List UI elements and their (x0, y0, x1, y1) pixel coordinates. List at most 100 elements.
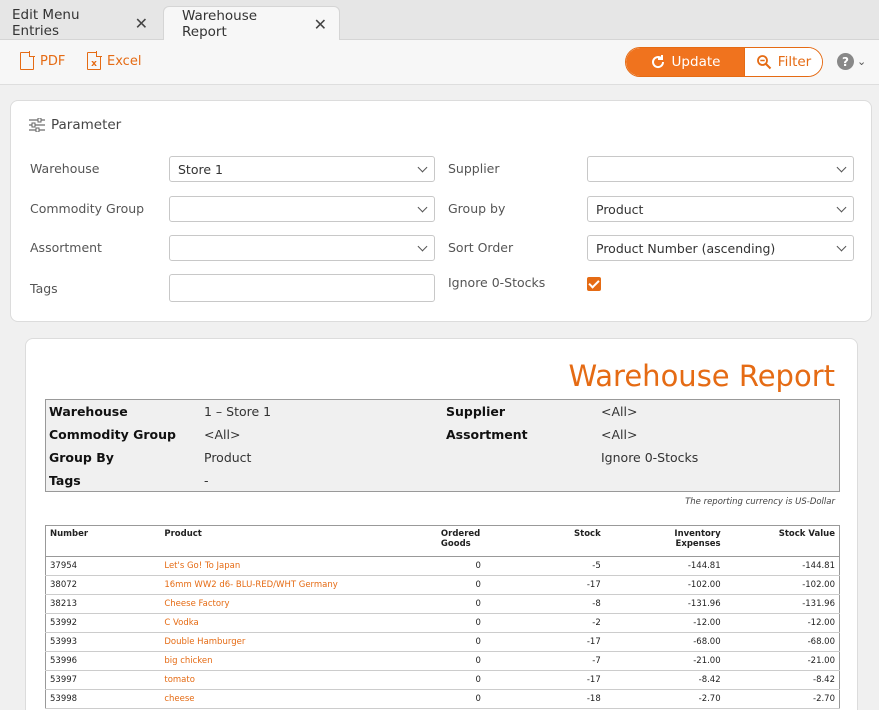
tab-label: Edit Menu Entries (12, 7, 80, 39)
cell-product-link[interactable]: big chicken (160, 651, 391, 671)
col-ordered-goods-label: Ordered Goods (440, 529, 481, 549)
commodity-group-select[interactable] (169, 196, 435, 222)
cell-ordered-goods: 0 (390, 575, 485, 595)
pdf-button[interactable]: PDF (20, 51, 65, 70)
cell-product-link[interactable]: cheese (160, 689, 391, 709)
cell-inventory-expenses: -68.00 (604, 632, 725, 652)
chevron-down-icon (836, 162, 847, 173)
ignore-zero-stocks-checkbox[interactable] (587, 277, 601, 291)
excel-button[interactable]: x Excel (87, 51, 142, 70)
assortment-label: Assortment (30, 240, 102, 255)
cell-number: 53997 (45, 670, 161, 690)
parameter-header[interactable]: Parameter (29, 117, 121, 133)
cell-number: 38072 (45, 575, 161, 595)
table-row: 53997 tomato 0 -17 -8.42 -8.42 (45, 670, 840, 690)
close-icon[interactable]: ✕ (135, 14, 148, 33)
filter-label: Filter (777, 54, 812, 70)
supplier-select[interactable] (587, 156, 854, 182)
commodity-group-label: Commodity Group (30, 201, 145, 216)
cell-product-link[interactable]: Double Hamburger (160, 632, 391, 652)
cell-stock-value: -102.00 (724, 575, 840, 595)
col-inventory-expenses: Inventory Expenses (604, 525, 725, 557)
cell-inventory-expenses: -102.00 (604, 575, 725, 595)
cell-stock: -5 (484, 556, 605, 576)
col-inventory-expenses-label: Inventory Expenses (674, 529, 721, 549)
cell-product-link[interactable]: C Vodka (160, 613, 391, 633)
table-row: 53996 big chicken 0 -7 -21.00 -21.00 (45, 651, 840, 671)
cell-number: 53998 (45, 689, 161, 709)
chevron-down-icon (836, 202, 847, 213)
cell-number: 53996 (45, 651, 161, 671)
summary-supplier-label: Supplier (446, 404, 506, 419)
summary-commodity-label: Commodity Group (49, 427, 176, 442)
refresh-icon (651, 55, 664, 69)
table-row: 53998 cheese 0 -18 -2.70 -2.70 (45, 689, 840, 709)
summary-supplier-value: <All> (601, 404, 638, 419)
report-preview: Warehouse Report Warehouse 1 – Store 1 S… (25, 338, 858, 710)
cell-number: 53992 (45, 613, 161, 633)
warehouse-select[interactable]: Store 1 (169, 156, 435, 182)
cell-product-link[interactable]: Let's Go! To Japan (160, 556, 391, 576)
cell-stock-value: -144.81 (724, 556, 840, 576)
ignore-zero-stocks-label: Ignore 0-Stocks (448, 275, 546, 290)
group-by-value: Product (596, 201, 644, 217)
tab-edit-menu-entries[interactable]: Edit Menu Entries ✕ (0, 6, 160, 40)
cell-stock: -17 (484, 575, 605, 595)
group-by-label: Group by (448, 201, 506, 216)
cell-stock-value: -2.70 (724, 689, 840, 709)
close-icon[interactable]: ✕ (314, 15, 327, 34)
cell-inventory-expenses: -21.00 (604, 651, 725, 671)
cell-stock: -17 (484, 632, 605, 652)
summary-assortment-label: Assortment (446, 427, 528, 442)
chevron-down-icon (417, 162, 428, 173)
col-stock-value: Stock Value (724, 525, 840, 557)
table-row: 38213 Cheese Factory 0 -8 -131.96 -131.96 (45, 594, 840, 614)
cell-stock-value: -68.00 (724, 632, 840, 652)
col-ordered-goods: Ordered Goods (390, 525, 485, 557)
cell-stock: -17 (484, 670, 605, 690)
summary-tags-label: Tags (49, 473, 81, 488)
filter-button[interactable]: Filter (744, 48, 822, 76)
toolbar: PDF x Excel Update Filter ? ⌄ (0, 40, 879, 85)
sliders-icon (29, 118, 45, 132)
tab-warehouse-report[interactable]: Warehouse Report ✕ (163, 6, 340, 41)
update-button[interactable]: Update (626, 48, 744, 76)
help-menu[interactable]: ? ⌄ (837, 53, 866, 70)
excel-label: Excel (107, 53, 142, 69)
chevron-down-icon (836, 241, 847, 252)
cell-inventory-expenses: -8.42 (604, 670, 725, 690)
currency-note: The reporting currency is US-Dollar (685, 497, 835, 507)
summary-groupby-label: Group By (49, 450, 114, 465)
cell-stock: -2 (484, 613, 605, 633)
summary-warehouse-label: Warehouse (49, 404, 128, 419)
col-stock: Stock (484, 525, 605, 557)
cell-product-link[interactable]: Cheese Factory (160, 594, 391, 614)
sort-order-label: Sort Order (448, 240, 514, 255)
cell-ordered-goods: 0 (390, 594, 485, 614)
sort-order-select[interactable]: Product Number (ascending) (587, 235, 854, 261)
tags-input[interactable] (169, 274, 435, 302)
cell-ordered-goods: 0 (390, 632, 485, 652)
chevron-down-icon: ⌄ (857, 55, 867, 68)
assortment-select[interactable] (169, 235, 435, 261)
cell-ordered-goods: 0 (390, 689, 485, 709)
summary-commodity-value: <All> (204, 427, 241, 442)
update-label: Update (671, 54, 721, 70)
report-summary: Warehouse 1 – Store 1 Supplier <All> Com… (45, 399, 840, 492)
summary-ignore-zero: Ignore 0-Stocks (601, 450, 699, 465)
tab-bar: Edit Menu Entries ✕ Warehouse Report ✕ (0, 0, 879, 41)
report-title: Warehouse Report (568, 359, 835, 393)
summary-tags-value: - (204, 473, 209, 488)
sort-order-value: Product Number (ascending) (596, 240, 776, 256)
cell-product-link[interactable]: tomato (160, 670, 391, 690)
cell-product-link[interactable]: 16mm WW2 d6- BLU-RED/WHT Germany (160, 575, 391, 595)
excel-file-icon: x (87, 51, 102, 70)
warehouse-value: Store 1 (178, 161, 223, 177)
group-by-select[interactable]: Product (587, 196, 854, 222)
table-header-row: Number Product Ordered Goods Stock Inven… (45, 525, 840, 557)
cell-inventory-expenses: -12.00 (604, 613, 725, 633)
report-table: Number Product Ordered Goods Stock Inven… (45, 525, 840, 709)
cell-stock-value: -21.00 (724, 651, 840, 671)
cell-number: 37954 (45, 556, 161, 576)
cell-stock: -7 (484, 651, 605, 671)
